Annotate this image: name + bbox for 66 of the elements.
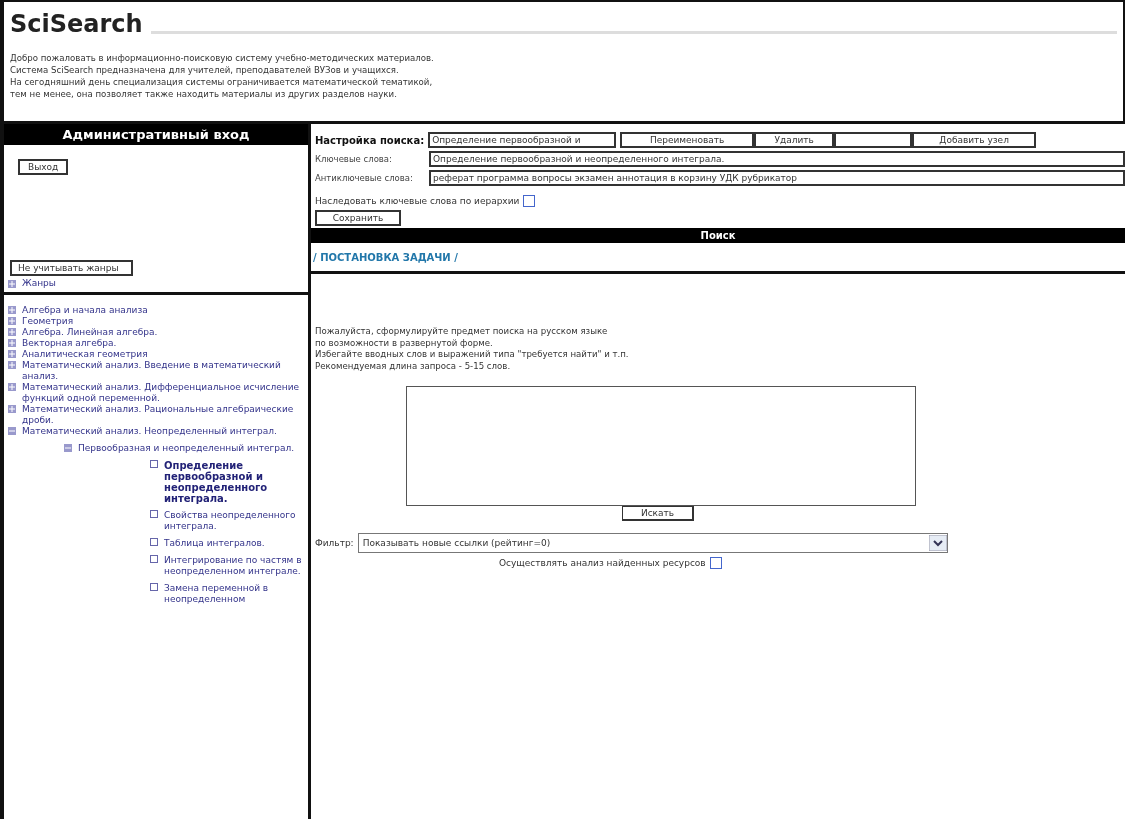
search-settings-label: Настройка поиска: — [315, 134, 425, 146]
ignore-genres-button[interactable]: Не учитывать жанры — [10, 260, 133, 276]
dropdown-icon[interactable] — [928, 535, 947, 551]
square-icon[interactable] — [150, 460, 158, 468]
inherit-label: Наследовать ключевые слова по иерархии — [315, 196, 520, 206]
logout-button[interactable]: Выход — [18, 159, 69, 175]
plus-box-icon[interactable] — [8, 405, 16, 413]
tree-item[interactable]: Математический анализ. Рациональные алгебраические дроби. — [22, 404, 306, 426]
search-button[interactable]: Искать — [622, 506, 694, 521]
plus-box-icon[interactable] — [8, 383, 16, 391]
filter-select[interactable]: Показывать новые ссылки (рейтинг=0) — [357, 533, 948, 553]
search-header: Поиск — [311, 228, 1125, 243]
instruction-text: по возможности в развернутой форме. — [315, 337, 494, 349]
breadcrumb[interactable]: / ПОСТАНОВКА ЗАДАЧИ / — [313, 252, 458, 263]
intro-text: На сегодняшний день специализация системы ограничивается математической тематикой, — [10, 76, 434, 88]
tree-item[interactable]: Определение первообразной и неопределенного интеграла. — [164, 460, 306, 504]
tree-item[interactable]: Векторная алгебра. — [22, 338, 306, 349]
plus-box-icon[interactable] — [8, 350, 16, 358]
plus-box-icon[interactable] — [8, 339, 16, 347]
square-icon[interactable] — [150, 555, 158, 563]
tree-item[interactable]: Интегрирование по частям в неопределенном интеграле. — [164, 555, 306, 577]
instruction-text: Пожалуйста, сформулируйте предмет поиска на русском языке — [315, 326, 609, 338]
profile-name-field[interactable]: Определение первообразной и — [428, 132, 617, 148]
tree-item[interactable]: Геометрия — [22, 316, 306, 327]
site-title: SciSearch — [10, 10, 143, 38]
tree-item[interactable]: Математический анализ. Введение в математический анализ. — [22, 360, 306, 382]
tree-item[interactable]: Таблица интегралов. — [164, 538, 306, 549]
tree-item[interactable]: Математический анализ. Дифференциальное исчисление функций одной переменной. — [22, 382, 306, 404]
keywords-label: Ключевые слова: — [315, 153, 393, 165]
tree-item[interactable]: Математический анализ. Неопределенный интеграл. — [22, 426, 306, 437]
antikeywords-label: Антиключевые слова: — [315, 172, 414, 184]
instruction-text: Рекомендуемая длина запроса - 5-15 слов. — [315, 360, 512, 372]
antikeywords-field[interactable]: реферат программа вопросы экзамен аннотация в корзину УДК рубрикатор — [429, 170, 1125, 186]
save-button[interactable]: Сохранить — [315, 210, 401, 226]
plus-box-icon[interactable] — [8, 328, 16, 336]
square-icon[interactable] — [150, 510, 158, 518]
plus-box-icon[interactable] — [8, 317, 16, 325]
intro-text: тем не менее, она позволяет также находить материалы из других разделов науки. — [10, 88, 398, 100]
tree-item[interactable]: Первообразная и неопределенный интеграл. — [78, 443, 306, 454]
tree-item[interactable]: Алгебра и начала анализа — [22, 305, 306, 316]
tree-item[interactable]: Жанры — [22, 278, 56, 288]
intro-text: Система SciSearch предназначена для учителей, преподавателей ВУЗов и учащихся. — [10, 64, 400, 76]
inherit-checkbox[interactable] — [523, 195, 536, 207]
instruction-text: Избегайте вводных слов и выражений типа "требуется найти" и т.п. — [315, 349, 630, 361]
keywords-field[interactable]: Определение первообразной и неопределенного интеграла. — [429, 151, 1125, 167]
node-name-field[interactable] — [834, 132, 913, 148]
plus-box-icon[interactable] — [8, 361, 16, 369]
minus-box-icon[interactable] — [64, 444, 72, 452]
tree-item[interactable]: Свойства неопределенного интеграла. — [164, 510, 306, 532]
intro-text: Добро пожаловать в информационно-поисковую систему учебно-методических материалов. — [10, 52, 435, 64]
tree-item[interactable]: Алгебра. Линейная алгебра. — [22, 327, 306, 338]
tree-item[interactable]: Аналитическая геометрия — [22, 349, 306, 360]
analyze-label: Осуществлять анализ найденных ресурсов — [499, 558, 706, 568]
square-icon[interactable] — [150, 538, 158, 546]
tree-item[interactable]: Замена переменной в неопределенном — [164, 583, 306, 605]
analyze-checkbox[interactable] — [709, 557, 722, 569]
admin-header: Административный вход — [4, 124, 308, 145]
plus-box-icon[interactable] — [8, 306, 16, 314]
filter-label: Фильтр: — [315, 538, 354, 548]
plus-box-icon[interactable] — [8, 279, 16, 288]
add-node-button[interactable]: Добавить узел — [912, 132, 1037, 148]
minus-box-icon[interactable] — [8, 427, 16, 435]
query-field[interactable] — [406, 386, 916, 506]
square-icon[interactable] — [150, 583, 158, 591]
delete-button[interactable]: Удалить — [754, 132, 835, 148]
rename-button[interactable]: Переименовать — [620, 132, 755, 148]
